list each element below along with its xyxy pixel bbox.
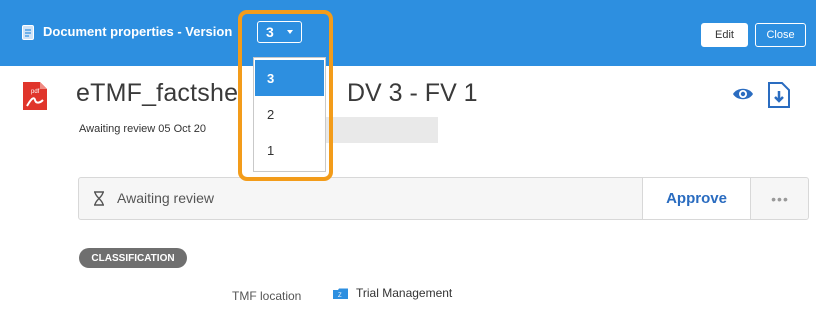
document-icon: [22, 25, 34, 40]
version-option-2[interactable]: 2: [255, 96, 324, 132]
pdf-icon: pdf: [23, 82, 47, 110]
approve-button[interactable]: Approve: [642, 178, 751, 219]
version-option-3[interactable]: 3: [255, 60, 324, 96]
folder-icon: Z: [333, 288, 348, 299]
redacted-area: [316, 117, 438, 143]
dialog-title: Document properties - Version: [43, 24, 233, 39]
tmf-location-label: TMF location: [232, 289, 302, 303]
version-option-1[interactable]: 1: [255, 132, 324, 168]
edit-button[interactable]: Edit: [701, 23, 748, 47]
eye-icon[interactable]: [732, 86, 754, 102]
chevron-down-icon: [287, 30, 293, 34]
download-icon[interactable]: [768, 82, 790, 108]
tmf-location-value: Trial Management: [356, 286, 453, 300]
document-status-subtitle: Awaiting review 05 Oct 20: [79, 123, 206, 135]
hourglass-icon: [94, 191, 104, 206]
document-title: eTMF_factshe: [76, 79, 239, 107]
more-options-button[interactable]: •••: [752, 178, 808, 219]
close-button[interactable]: Close: [755, 23, 806, 47]
svg-text:pdf: pdf: [31, 89, 40, 95]
version-select-value: 3: [266, 24, 274, 40]
version-dropdown-menu: 3 2 1: [253, 57, 326, 172]
document-version-label: DV 3 - FV 1: [347, 79, 478, 107]
more-options-icon: •••: [771, 190, 789, 207]
svg-text:Z: Z: [338, 293, 342, 299]
classification-section-label: CLASSIFICATION: [79, 248, 187, 268]
review-status-text: Awaiting review: [117, 190, 215, 206]
version-select[interactable]: 3: [257, 21, 302, 43]
